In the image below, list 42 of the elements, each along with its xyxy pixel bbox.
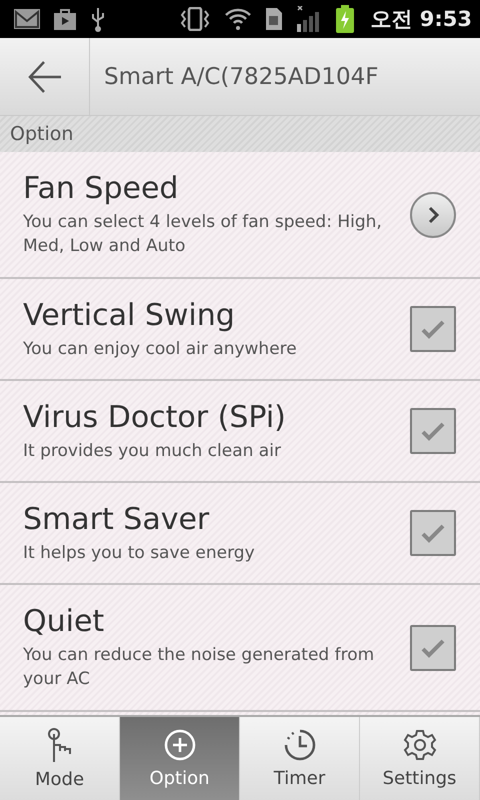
- option-title: Smart Saver: [23, 502, 210, 536]
- check-icon: [420, 638, 446, 658]
- sim-card-icon: [266, 8, 282, 30]
- section-title: Option: [10, 123, 74, 145]
- checkbox[interactable]: [410, 408, 456, 454]
- option-title: Fan Speed: [23, 171, 180, 206]
- nav-tab[interactable]: Option: [120, 717, 240, 800]
- option-title: Virus Doctor (SPi): [23, 400, 287, 434]
- chevron-button[interactable]: [410, 192, 456, 238]
- battery-charging-icon: [336, 5, 354, 33]
- usb-icon: [90, 6, 106, 32]
- option-title: Vertical Swing: [23, 298, 236, 332]
- option-description: It helps you to save energy: [23, 542, 256, 564]
- mail-icon: [14, 9, 40, 29]
- status-time: 오전 9:53: [370, 6, 472, 33]
- option-row[interactable]: Fan Speed You can select 4 levels of fan speed: High, Med, Low and Auto: [0, 152, 480, 279]
- vibrate-icon: [180, 7, 210, 31]
- check-icon: [420, 523, 446, 543]
- option-title: Quiet: [23, 604, 106, 639]
- settings-icon: [402, 728, 436, 762]
- checkbox[interactable]: [410, 306, 456, 352]
- option-row[interactable]: Virus Doctor (SPi) It provides you much clean air: [0, 381, 480, 483]
- option-description: You can select 4 levels of fan speed: High, Med, Low and Auto: [23, 211, 383, 258]
- check-icon: [420, 421, 446, 441]
- option-description: You can reduce the noise generated from your AC: [23, 644, 376, 691]
- checkbox[interactable]: [410, 510, 456, 556]
- nav-tab[interactable]: Settings: [360, 717, 480, 800]
- plus-circle-icon: [162, 728, 196, 762]
- option-row[interactable]: Quiet You can reduce the noise generated from your AC: [0, 585, 480, 712]
- wifi-icon: [224, 7, 252, 31]
- check-icon: [420, 319, 446, 339]
- clock-icon: [282, 728, 316, 762]
- option-row[interactable]: Smart Saver It helps you to save energy: [0, 483, 480, 585]
- checkbox[interactable]: [410, 624, 456, 670]
- shopping-bag-icon: [54, 8, 76, 30]
- signal-icon: [296, 6, 322, 32]
- device-title: Smart A/C(7825AD104F: [104, 64, 379, 90]
- option-row[interactable]: Vertical Swing You can enjoy cool air anywhere: [0, 279, 480, 381]
- back-arrow-icon: [26, 58, 62, 94]
- option-description: You can enjoy cool air anywhere: [23, 338, 298, 360]
- nav-tab[interactable]: Timer: [240, 717, 360, 800]
- option-description: It provides you much clean air: [23, 440, 282, 462]
